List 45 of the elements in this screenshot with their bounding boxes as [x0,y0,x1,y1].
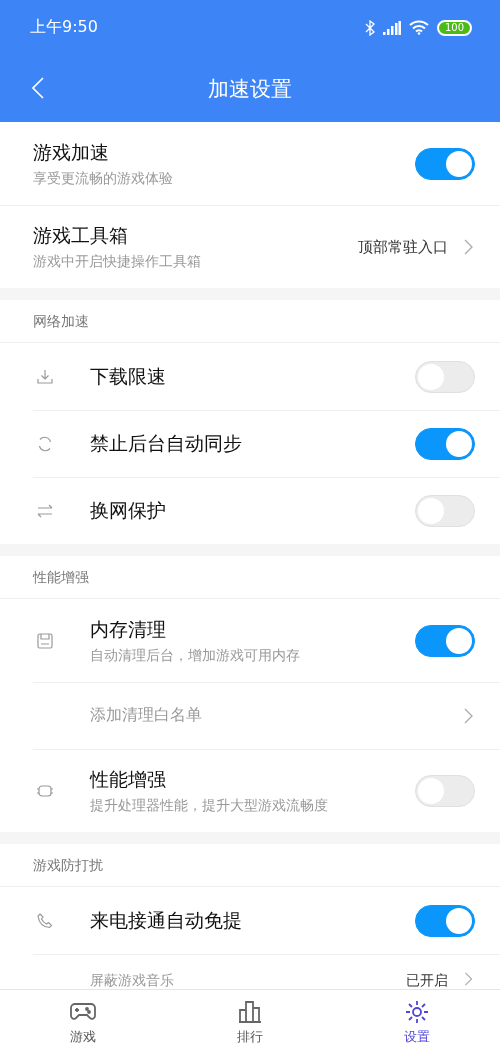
wifi-icon [408,20,429,35]
setting-description: 游戏中开启快捷操作工具箱 [33,253,202,271]
nav-tab[interactable]: 排行 [166,990,334,1056]
status-time: 上午9:50 [30,17,98,38]
chevron-icon [464,239,473,255]
setting-title: 添加清理白名单 [90,705,203,726]
setting-description: 提升处理器性能，提升大型游戏流畅度 [90,796,329,815]
storage-icon [35,630,55,651]
setting-title: 下载限速 [90,363,167,389]
back-icon[interactable] [32,77,44,99]
settings-row[interactable]: 内存清理 自动清理后台，增加游戏可用内存 [0,599,500,682]
toggle-switch[interactable] [415,624,475,657]
setting-description: 自动清理后台，增加游戏可用内存 [90,646,301,665]
setting-title: 换网保护 [90,497,167,523]
settings-row[interactable]: 下载限速 [0,343,500,410]
settings-row[interactable]: 性能增强 提升处理器性能，提升大型游戏流畅度 [0,749,500,832]
battery-indicator: 100 [436,19,472,36]
setting-title: 游戏工具箱 [33,223,129,248]
bar-chart-icon [236,1000,264,1024]
settings-row[interactable]: 游戏加速 享受更流畅的游戏体验 [0,122,500,205]
chevron-icon [464,707,473,724]
setting-title: 性能增强 [90,766,167,792]
signal-icon [382,20,401,35]
setting-title: 屏蔽游戏音乐 [90,972,175,988]
settings-row[interactable]: 来电接通自动免提 [0,887,500,954]
section-header: 游戏防打扰 [0,844,500,887]
setting-title: 来电接通自动免提 [90,907,243,933]
toggle-switch[interactable] [415,427,475,460]
nav-tab[interactable]: 设置 [333,990,500,1056]
toggle-switch[interactable] [415,904,475,937]
settings-row[interactable]: 禁止后台自动同步 [0,410,500,477]
settings-row[interactable]: 换网保护 [0,477,500,544]
toggle-switch[interactable] [415,147,475,180]
section-header: 网络加速 [0,300,500,343]
setting-title: 游戏加速 [33,139,110,165]
nav-tab[interactable]: 游戏 [0,990,167,1056]
page-title: 加速设置 [208,75,292,103]
setting-value: 顶部常驻入口 [358,237,448,257]
setting-value: 已开启 [406,972,448,988]
section-header: 性能增强 [0,556,500,599]
bluetooth-icon [364,19,375,36]
setting-title: 内存清理 [90,616,167,642]
setting-description: 享受更流畅的游戏体验 [33,169,174,188]
setting-title: 禁止后台自动同步 [90,430,243,456]
chevron-icon [464,972,473,986]
